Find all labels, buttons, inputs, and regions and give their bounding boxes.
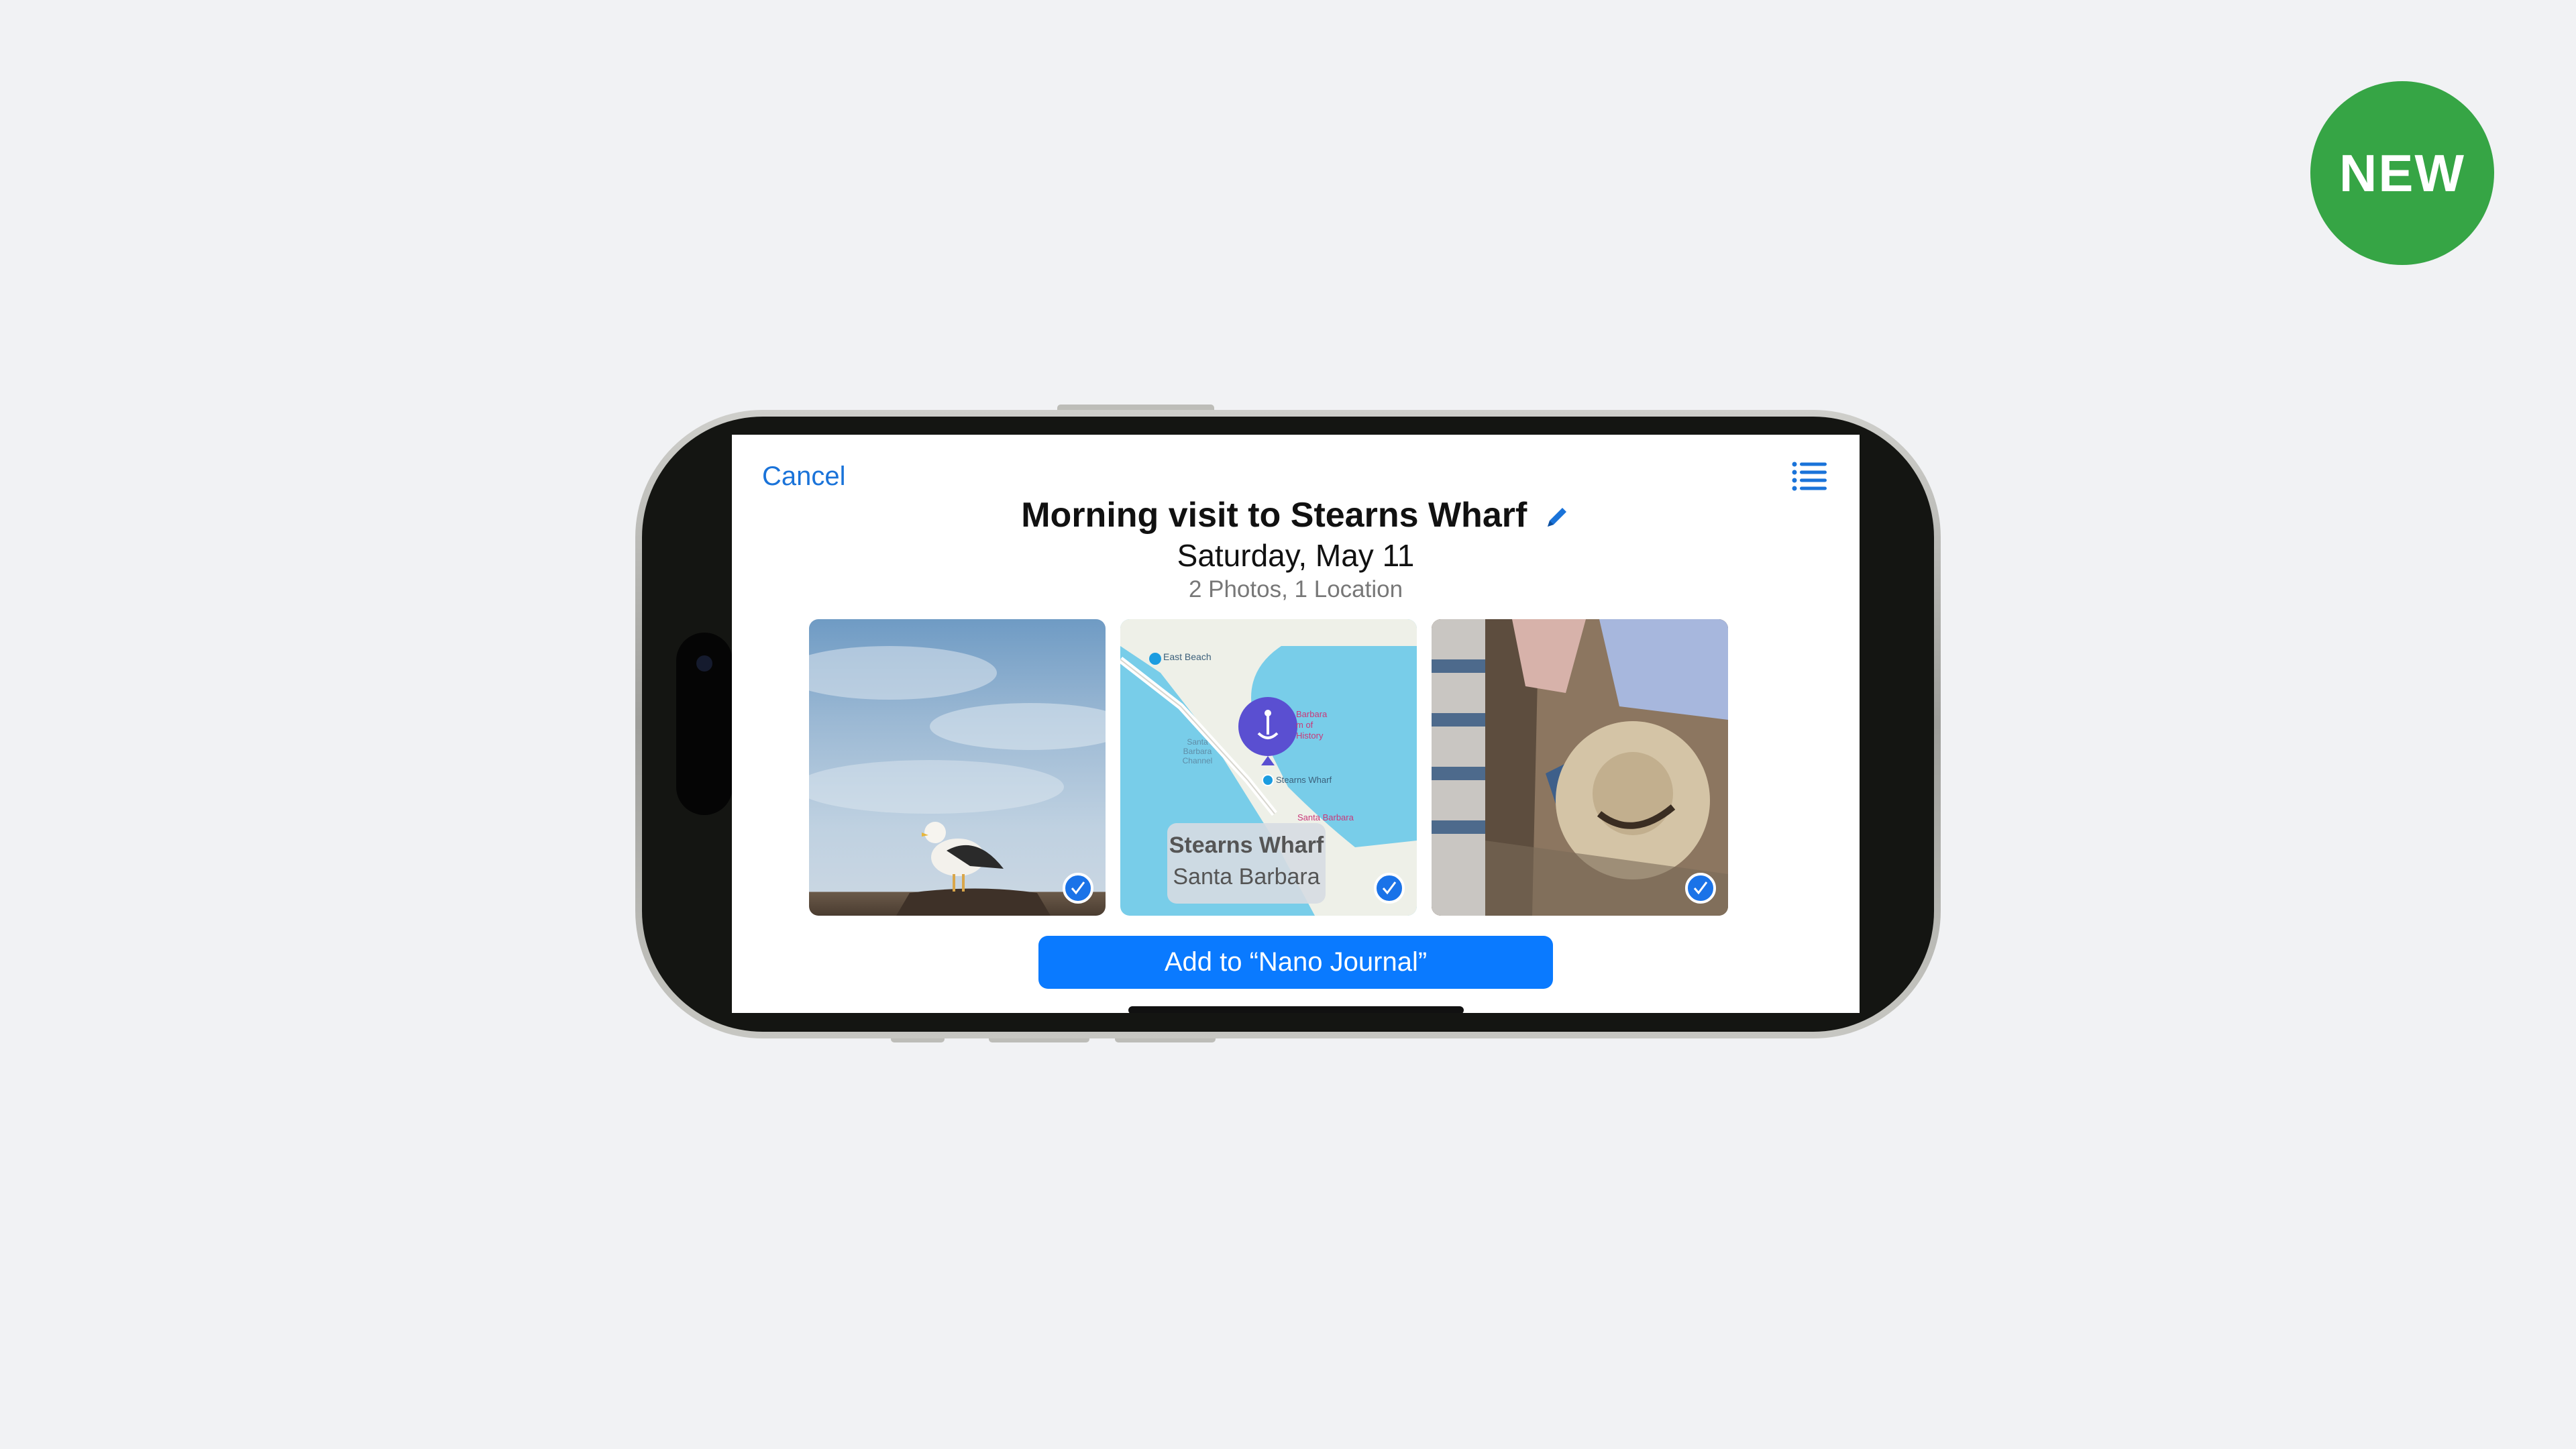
selected-checkmark-icon[interactable] <box>1374 873 1405 904</box>
list-icon[interactable] <box>1790 460 1828 492</box>
map-label-santa-barbara: Santa Barbara <box>1297 812 1354 822</box>
map-card[interactable]: East Beach Barbara m of History Santa Ba… <box>1120 619 1417 916</box>
map-label-channel: Santa Barbara Channel <box>1182 737 1213 765</box>
add-to-journal-button[interactable]: Add to “Nano Journal” <box>1038 936 1553 989</box>
selected-checkmark-icon[interactable] <box>1063 873 1093 904</box>
front-camera <box>696 655 712 672</box>
location-chip: Stearns Wharf Santa Barbara <box>1167 823 1326 904</box>
cancel-button[interactable]: Cancel <box>762 462 846 492</box>
map-label-stearns-wharf: Stearns Wharf <box>1276 775 1332 785</box>
map-label-history: History <box>1296 731 1324 741</box>
home-indicator[interactable] <box>1128 1006 1464 1013</box>
selected-checkmark-icon[interactable] <box>1685 873 1716 904</box>
checkmark-icon <box>1071 881 1085 895</box>
seagull-photo <box>809 646 1106 916</box>
location-city: Santa Barbara <box>1173 864 1320 890</box>
checkmark-icon <box>1382 881 1397 895</box>
hat-photo <box>1432 619 1728 916</box>
checkmark-icon <box>1693 881 1708 895</box>
journal-suggestion-sheet: Cancel Morning visit to Stearns Wharf Sa… <box>732 435 1860 1013</box>
new-badge: NEW <box>2310 81 2494 265</box>
map-label-barbara: Barbara <box>1296 709 1328 719</box>
dynamic-island <box>676 633 733 815</box>
location-name: Stearns Wharf <box>1169 833 1324 858</box>
pencil-icon[interactable] <box>1544 504 1570 531</box>
entry-title: Morning visit to Stearns Wharf <box>1021 496 1527 535</box>
map-label-museum: m of <box>1296 720 1313 730</box>
photo-card-hat[interactable] <box>1432 619 1728 916</box>
map-label-east-beach: East Beach <box>1163 651 1212 662</box>
photo-card-seagull[interactable] <box>809 619 1106 916</box>
title-row: Morning visit to Stearns Wharf <box>732 495 1860 535</box>
new-badge-label: NEW <box>2339 143 2465 203</box>
entry-summary: 2 Photos, 1 Location <box>1188 576 1403 602</box>
entry-date: Saturday, May 11 <box>1177 538 1415 573</box>
